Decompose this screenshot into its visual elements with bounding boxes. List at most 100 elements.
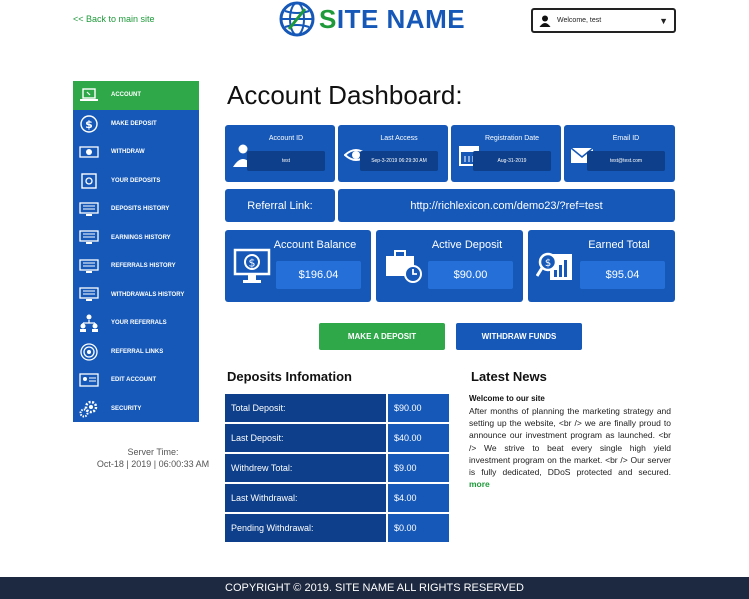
table-row: Last Deposit: $40.00 xyxy=(225,424,449,452)
user-dropdown[interactable]: Welcome, test ▼ xyxy=(531,8,676,33)
last-access-value: Sep-3-2019 06:29:30 AM xyxy=(360,151,438,171)
svg-text:$: $ xyxy=(85,118,93,131)
deposit-row-label: Pending Withdrawal: xyxy=(225,514,386,542)
sidebar-item-label: YOUR DEPOSITS xyxy=(111,177,161,184)
sidebar-item-label: REFERRALS HISTORY xyxy=(111,263,176,270)
sidebar-item-label: SECURITY xyxy=(111,405,142,412)
sidebar-item-edit-account[interactable]: EDIT ACCOUNT xyxy=(73,366,199,395)
deposit-row-label: Withdrew Total: xyxy=(225,454,386,482)
news-headline: Welcome to our site xyxy=(469,394,545,403)
news-body: After months of planning the marketing s… xyxy=(469,405,671,490)
table-row: Last Withdrawal: $4.00 xyxy=(225,484,449,512)
sidebar: ACCOUNT $ MAKE DEPOSIT WITHDRAW YOUR DEP… xyxy=(73,81,199,422)
sidebar-item-withdraw[interactable]: WITHDRAW xyxy=(73,138,199,167)
sidebar-item-label: ACCOUNT xyxy=(111,92,141,99)
email-id-card: Email ID test@test.com xyxy=(564,125,675,182)
monitor-list-icon xyxy=(79,229,99,247)
id-card-icon xyxy=(79,371,99,389)
account-balance-label: Account Balance xyxy=(273,239,357,251)
page-title: Account Dashboard: xyxy=(227,80,463,110)
user-welcome-text: Welcome, test xyxy=(557,17,602,24)
gears-icon xyxy=(79,400,99,418)
cash-icon xyxy=(79,143,99,161)
latest-news-title: Latest News xyxy=(471,369,547,384)
table-row: Pending Withdrawal: $0.00 xyxy=(225,514,449,542)
monitor-list-icon xyxy=(79,257,99,275)
dollar-coin-icon: $ xyxy=(79,115,99,133)
registration-date-card: Registration Date Aug-31-2019 xyxy=(451,125,561,182)
sidebar-item-security[interactable]: SECURITY xyxy=(73,395,199,424)
back-to-main-link[interactable]: << Back to main site xyxy=(73,14,155,24)
globe-logo-icon xyxy=(279,1,315,37)
earned-total-label: Earned Total xyxy=(588,239,650,251)
news-more-link[interactable]: more xyxy=(469,479,490,489)
earned-total-card: $ Earned Total $95.04 xyxy=(528,230,675,302)
deposit-row-label: Last Withdrawal: xyxy=(225,484,386,512)
laptop-icon xyxy=(79,86,99,104)
sidebar-item-referrals-history[interactable]: REFERRALS HISTORY xyxy=(73,252,199,281)
sidebar-item-withdrawals-history[interactable]: WITHDRAWALS HISTORY xyxy=(73,281,199,310)
table-row: Total Deposit: $90.00 xyxy=(225,394,449,422)
sidebar-item-your-referrals[interactable]: YOUR REFERRALS xyxy=(73,309,199,338)
last-access-card: Last Access Sep-3-2019 06:29:30 AM xyxy=(338,125,448,182)
sidebar-item-label: REFERRAL LINKS xyxy=(111,348,164,355)
sidebar-item-referral-links[interactable]: REFERRAL LINKS xyxy=(73,338,199,367)
users-icon xyxy=(79,314,99,333)
sidebar-item-your-deposits[interactable]: YOUR DEPOSITS xyxy=(73,167,199,196)
server-time-value: Oct-18 | 2019 | 06:00:33 AM xyxy=(96,459,210,469)
sidebar-item-account[interactable]: ACCOUNT xyxy=(73,81,199,110)
sidebar-item-label: EARNINGS HISTORY xyxy=(111,234,171,241)
deposit-row-label: Last Deposit: xyxy=(225,424,386,452)
server-time: Server Time: Oct-18 | 2019 | 06:00:33 AM xyxy=(73,446,233,470)
account-balance-value: $196.04 xyxy=(276,261,361,289)
briefcase-clock-icon xyxy=(386,250,422,283)
deposit-row-value: $0.00 xyxy=(388,514,449,542)
sidebar-item-label: MAKE DEPOSIT xyxy=(111,120,157,127)
sidebar-item-earnings-history[interactable]: EARNINGS HISTORY xyxy=(73,224,199,253)
referral-link-url[interactable]: http://richlexicon.com/demo23/?ref=test xyxy=(338,189,675,222)
deposit-row-value: $90.00 xyxy=(388,394,449,422)
deposits-info-title: Deposits Infomation xyxy=(227,369,352,384)
deposit-row-value: $4.00 xyxy=(388,484,449,512)
account-id-value: test xyxy=(247,151,325,171)
monitor-list-icon xyxy=(79,286,99,304)
withdraw-funds-button[interactable]: WITHDRAW FUNDS xyxy=(456,323,582,350)
account-id-label: Account ID xyxy=(268,135,304,142)
site-name: SITE NAME xyxy=(319,3,466,34)
deposit-row-label: Total Deposit: xyxy=(225,394,386,422)
sidebar-item-deposits-history[interactable]: DEPOSITS HISTORY xyxy=(73,195,199,224)
sidebar-item-label: EDIT ACCOUNT xyxy=(111,377,157,384)
user-icon xyxy=(539,15,551,27)
sidebar-item-make-deposit[interactable]: $ MAKE DEPOSIT xyxy=(73,110,199,139)
active-deposit-label: Active Deposit xyxy=(431,239,503,251)
make-deposit-button[interactable]: MAKE A DEPOSIT xyxy=(319,323,445,350)
account-balance-card: $ Account Balance $196.04 xyxy=(225,230,371,302)
sidebar-item-label: YOUR REFERRALS xyxy=(111,320,167,327)
copyright-text: COPYRIGHT © 2019. SITE NAME ALL RIGHTS R… xyxy=(225,582,524,594)
deposit-row-value: $9.00 xyxy=(388,454,449,482)
monitor-dollar-icon: $ xyxy=(233,248,271,283)
last-access-label: Last Access xyxy=(380,135,418,142)
magnifier-chart-icon: $ xyxy=(536,252,572,280)
account-id-card: Account ID test xyxy=(225,125,335,182)
email-id-label: Email ID xyxy=(612,135,640,142)
sidebar-item-label: DEPOSITS HISTORY xyxy=(111,206,170,213)
target-icon xyxy=(79,343,99,361)
deposits-info-table: Total Deposit: $90.00 Last Deposit: $40.… xyxy=(225,394,449,544)
active-deposit-card: Active Deposit $90.00 xyxy=(376,230,523,302)
news-text: After months of planning the marketing s… xyxy=(469,406,671,478)
footer: COPYRIGHT © 2019. SITE NAME ALL RIGHTS R… xyxy=(0,577,749,599)
email-id-value: test@test.com xyxy=(587,151,665,171)
monitor-list-icon xyxy=(79,200,99,218)
chevron-down-icon: ▼ xyxy=(659,15,668,26)
safe-icon xyxy=(79,172,99,190)
svg-text:$: $ xyxy=(249,257,256,270)
site-logo[interactable]: SITE NAME xyxy=(279,0,465,38)
table-row: Withdrew Total: $9.00 xyxy=(225,454,449,482)
server-time-label: Server Time: xyxy=(127,447,179,457)
referral-link-label: Referral Link: xyxy=(225,189,335,222)
sidebar-item-label: WITHDRAWALS HISTORY xyxy=(111,291,185,298)
sidebar-item-label: WITHDRAW xyxy=(111,149,145,156)
registration-date-value: Aug-31-2019 xyxy=(473,151,551,171)
deposit-row-value: $40.00 xyxy=(388,424,449,452)
